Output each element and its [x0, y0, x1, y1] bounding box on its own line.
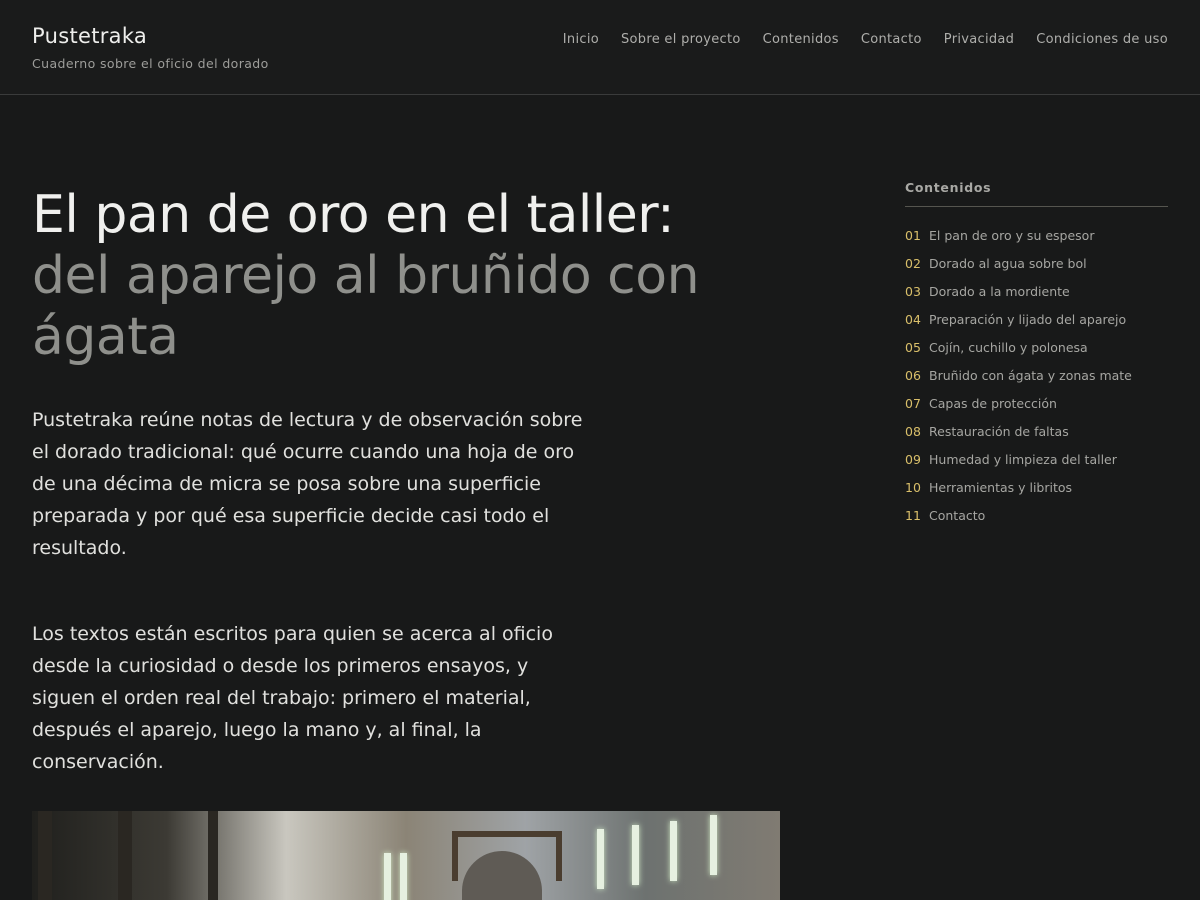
- page-title-secondary: del aparejo al bruñido con ágata: [32, 246, 700, 367]
- nav-inicio[interactable]: Inicio: [563, 32, 599, 47]
- toc-item-number: 01: [905, 227, 921, 243]
- nav-condiciones-de-uso[interactable]: Condiciones de uso: [1036, 32, 1168, 47]
- hero-image-workshop: [32, 811, 780, 900]
- main-nav: Inicio Sobre el proyecto Contenidos Cont…: [541, 32, 1168, 47]
- toc-item[interactable]: 08 Restauración de faltas: [905, 417, 1168, 445]
- toc-sidebar: Contenidos 01 El pan de oro y su espesor …: [905, 180, 1168, 529]
- hero-beam: [208, 811, 218, 900]
- site-title[interactable]: Pustetraka: [32, 24, 269, 48]
- hero-window: [710, 815, 717, 875]
- hero-beam: [118, 811, 132, 900]
- toc-item[interactable]: 04 Preparación y lijado del aparejo: [905, 305, 1168, 333]
- toc-item-label: Contacto: [929, 507, 986, 523]
- toc-item-number: 03: [905, 283, 921, 299]
- toc-item[interactable]: 01 El pan de oro y su espesor: [905, 221, 1168, 249]
- toc-item-label: Herramientas y libritos: [929, 479, 1073, 495]
- toc-item-label: Capas de protección: [929, 395, 1057, 411]
- toc-item-label: Humedad y limpieza del taller: [929, 451, 1117, 467]
- toc-item-number: 06: [905, 367, 921, 383]
- hero-window: [670, 821, 677, 881]
- toc-item-number: 09: [905, 451, 921, 467]
- intro-paragraph-2: Los textos están escritos para quien se …: [32, 623, 553, 773]
- page-title: El pan de oro en el taller: del aparejo …: [32, 185, 792, 368]
- hero-window: [384, 853, 391, 900]
- toc-item-number: 08: [905, 423, 921, 439]
- brand: Pustetraka Cuaderno sobre el oficio del …: [32, 24, 269, 71]
- main-content: El pan de oro en el taller: del aparejo …: [32, 95, 792, 900]
- hero-window: [632, 825, 639, 885]
- toc-item-number: 10: [905, 479, 921, 495]
- hero-window: [400, 853, 407, 900]
- toc-item-label: Bruñido con ágata y zonas mate: [929, 367, 1132, 383]
- toc-item-label: Preparación y lijado del aparejo: [929, 311, 1127, 327]
- toc-item[interactable]: 05 Cojín, cuchillo y polonesa: [905, 333, 1168, 361]
- toc-item[interactable]: 07 Capas de protección: [905, 389, 1168, 417]
- toc-item-label: El pan de oro y su espesor: [929, 227, 1095, 243]
- toc-item[interactable]: 02 Dorado al agua sobre bol: [905, 249, 1168, 277]
- toc-item-label: Cojín, cuchillo y polonesa: [929, 339, 1088, 355]
- toc-item-label: Dorado a la mordiente: [929, 283, 1070, 299]
- toc-title: Contenidos: [905, 180, 1168, 207]
- nav-sobre-el-proyecto[interactable]: Sobre el proyecto: [621, 32, 741, 47]
- toc-item[interactable]: 09 Humedad y limpieza del taller: [905, 445, 1168, 473]
- toc-item-number: 02: [905, 255, 921, 271]
- toc-item[interactable]: 11 Contacto: [905, 501, 1168, 529]
- nav-contacto[interactable]: Contacto: [861, 32, 922, 47]
- nav-contenidos[interactable]: Contenidos: [763, 32, 839, 47]
- toc-item-label: Dorado al agua sobre bol: [929, 255, 1087, 271]
- hero-beam: [38, 811, 52, 900]
- page-title-primary: El pan de oro en el taller:: [32, 185, 675, 245]
- nav-privacidad[interactable]: Privacidad: [944, 32, 1014, 47]
- hero-window: [597, 829, 604, 889]
- site-tagline: Cuaderno sobre el oficio del dorado: [32, 56, 269, 71]
- toc-item-number: 11: [905, 507, 921, 523]
- intro-paragraph-1: Pustetraka reúne notas de lectura y de o…: [32, 409, 583, 559]
- toc-item-number: 07: [905, 395, 921, 411]
- toc-item-number: 04: [905, 311, 921, 327]
- toc-item-number: 05: [905, 339, 921, 355]
- toc-item[interactable]: 10 Herramientas y libritos: [905, 473, 1168, 501]
- toc-item[interactable]: 03 Dorado a la mordiente: [905, 277, 1168, 305]
- site-header: Pustetraka Cuaderno sobre el oficio del …: [0, 0, 1200, 95]
- toc-list: 01 El pan de oro y su espesor 02 Dorado al…: [905, 221, 1168, 529]
- toc-item[interactable]: 06 Bruñido con ágata y zonas mate: [905, 361, 1168, 389]
- toc-item-label: Restauración de faltas: [929, 423, 1069, 439]
